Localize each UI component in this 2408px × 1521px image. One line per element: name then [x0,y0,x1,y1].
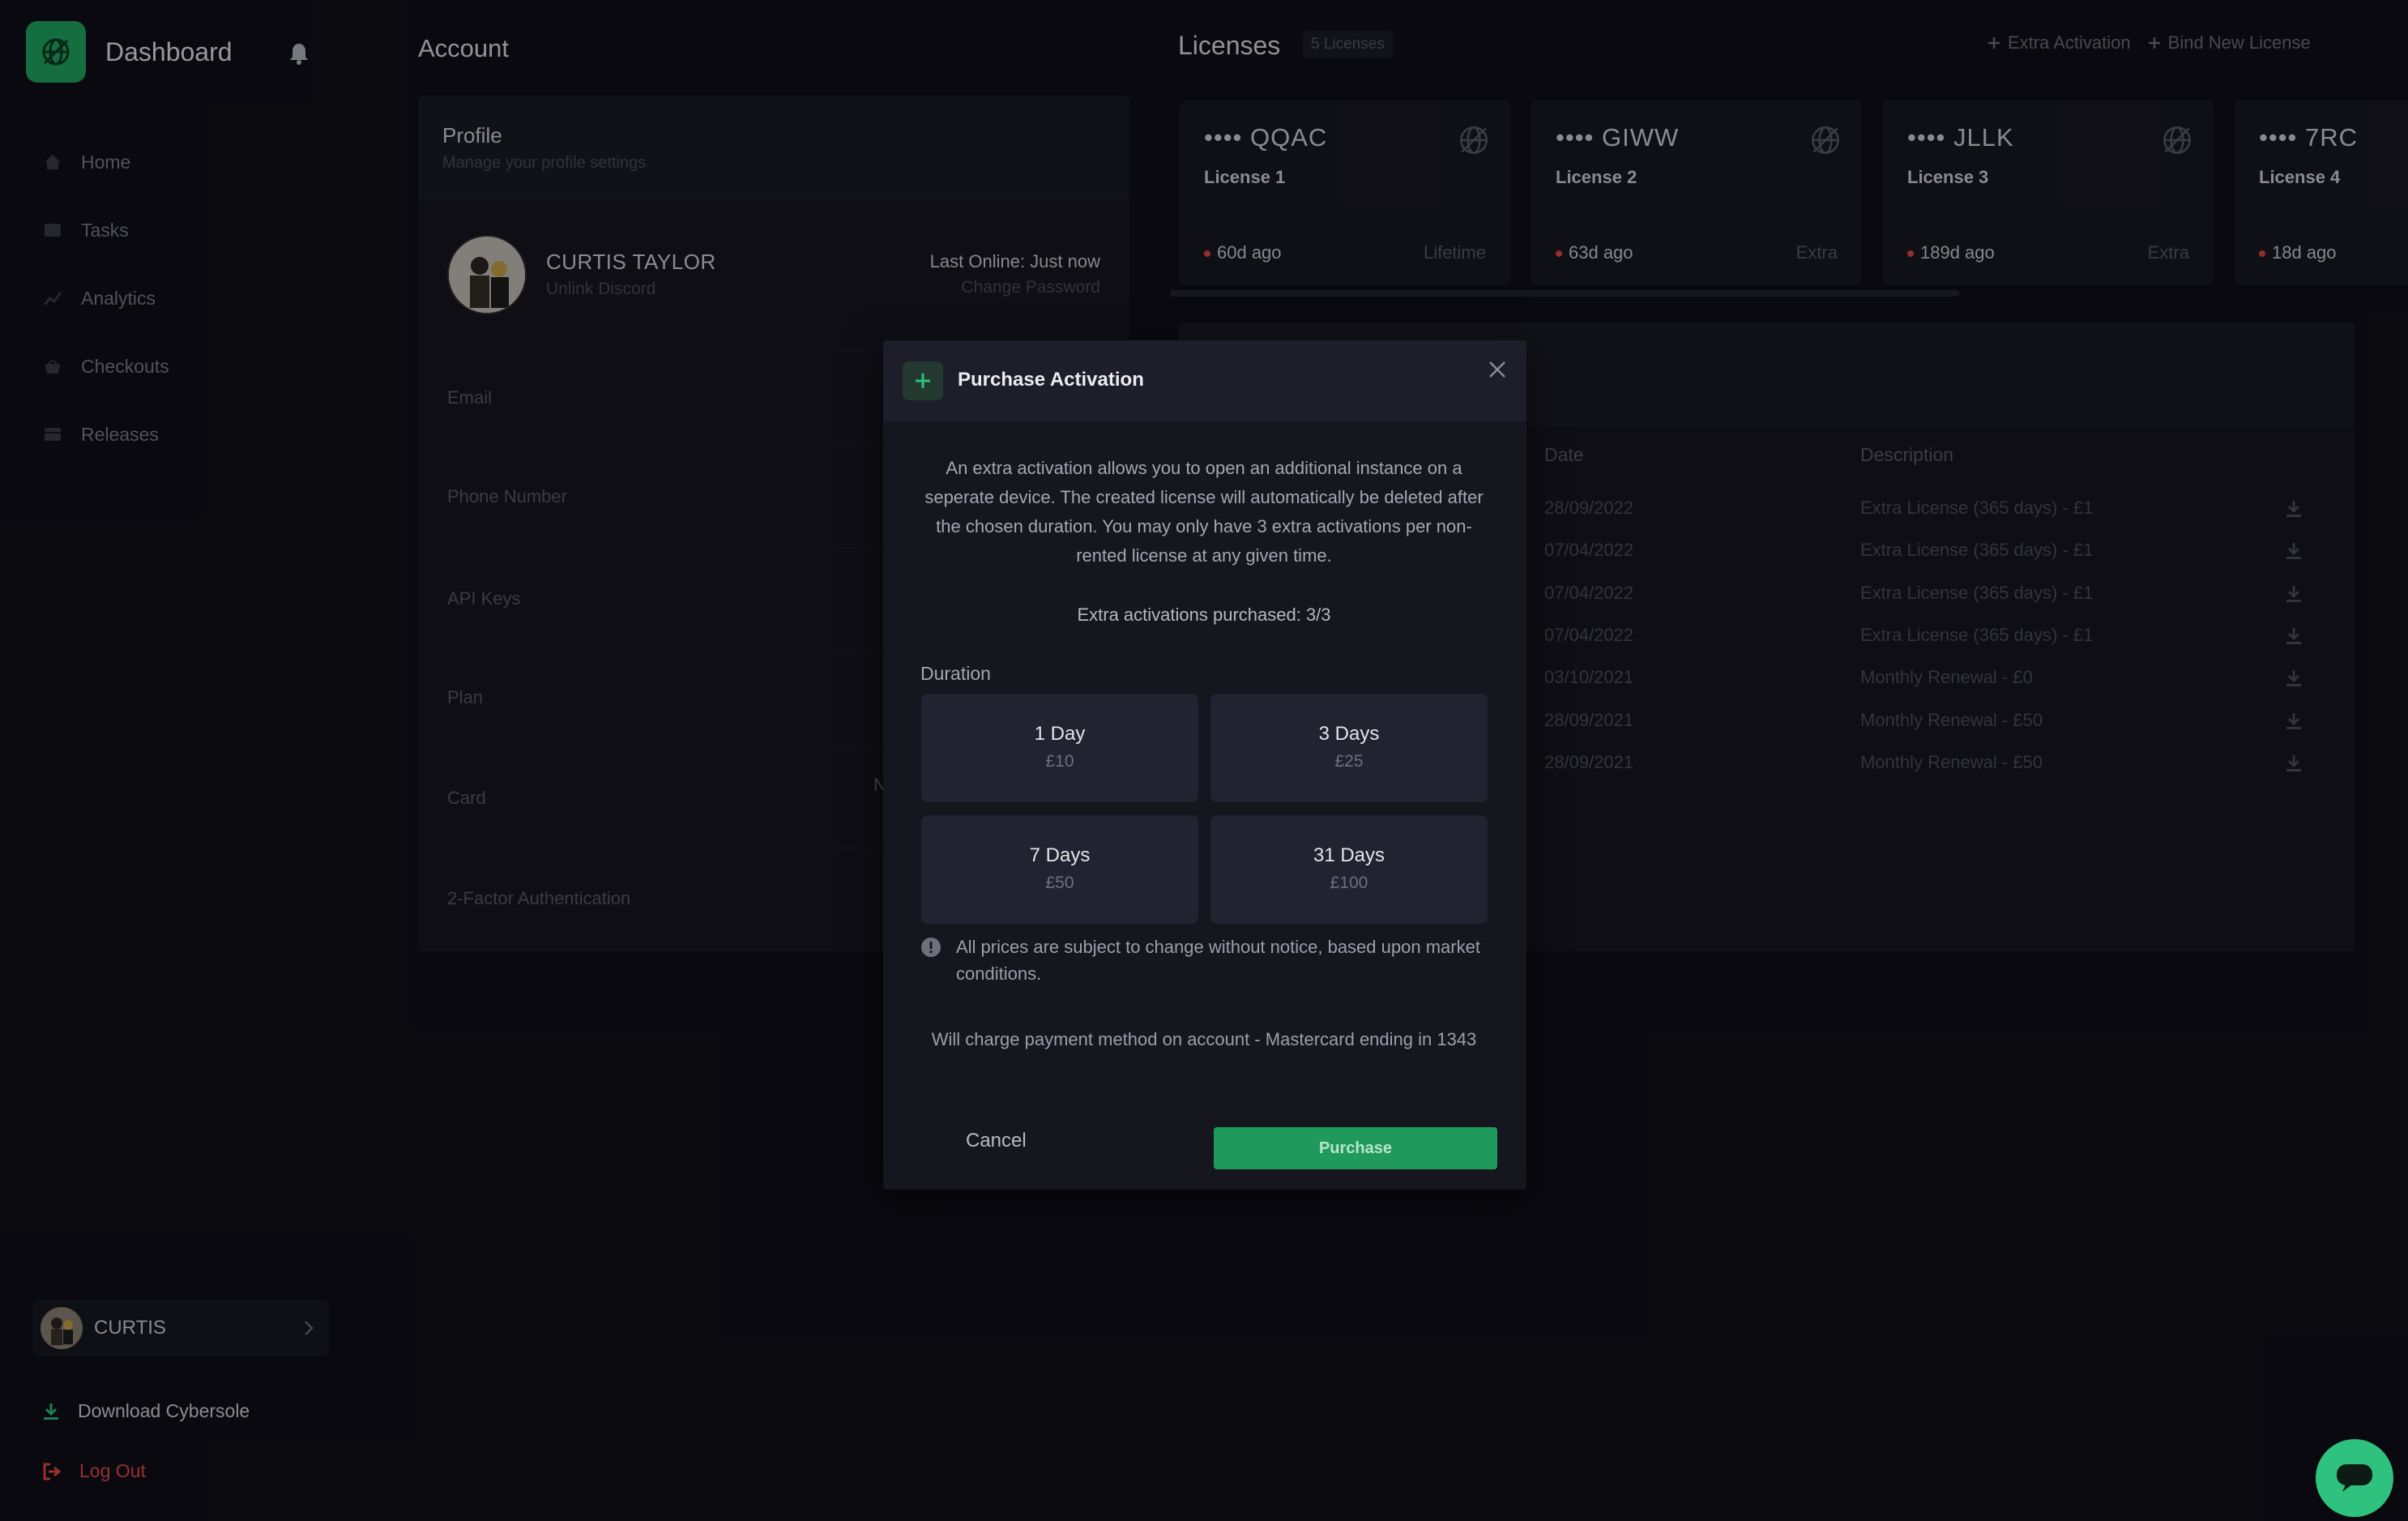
duration-option-label: 7 Days [1029,844,1091,866]
modal-plus-badge [903,361,943,400]
duration-option-price: £10 [1045,752,1074,771]
chat-support-button[interactable] [2316,1439,2393,1517]
duration-label: Duration [920,663,991,684]
cancel-button[interactable]: Cancel [966,1130,1027,1152]
duration-option-price: £100 [1330,874,1368,892]
charge-info: Will charge payment method on account - … [931,1029,1477,1049]
purchase-button[interactable]: Purchase [1214,1127,1497,1169]
modal-description: An extra activation allows you to open a… [924,458,1484,566]
info-icon [920,937,941,958]
duration-option-price: £50 [1045,874,1074,892]
price-notice: All prices are subject to change without… [956,937,1480,984]
duration-option-3-days[interactable]: 3 Days £25 [1210,694,1488,802]
duration-option-price: £25 [1334,752,1364,771]
duration-option-label: 3 Days [1318,723,1380,745]
plus-icon [916,374,930,388]
duration-option-1-day[interactable]: 1 Day £10 [921,694,1198,802]
chat-icon [2337,1464,2372,1492]
close-icon[interactable] [1486,358,1509,381]
duration-option-label: 31 Days [1313,844,1385,866]
duration-option-label: 1 Day [1034,723,1086,745]
duration-option-7-days[interactable]: 7 Days £50 [921,815,1198,924]
activations-purchased-count: Extra activations purchased: 3/3 [1077,605,1331,625]
duration-option-31-days[interactable]: 31 Days £100 [1210,815,1488,924]
modal-title: Purchase Activation [958,369,1144,391]
